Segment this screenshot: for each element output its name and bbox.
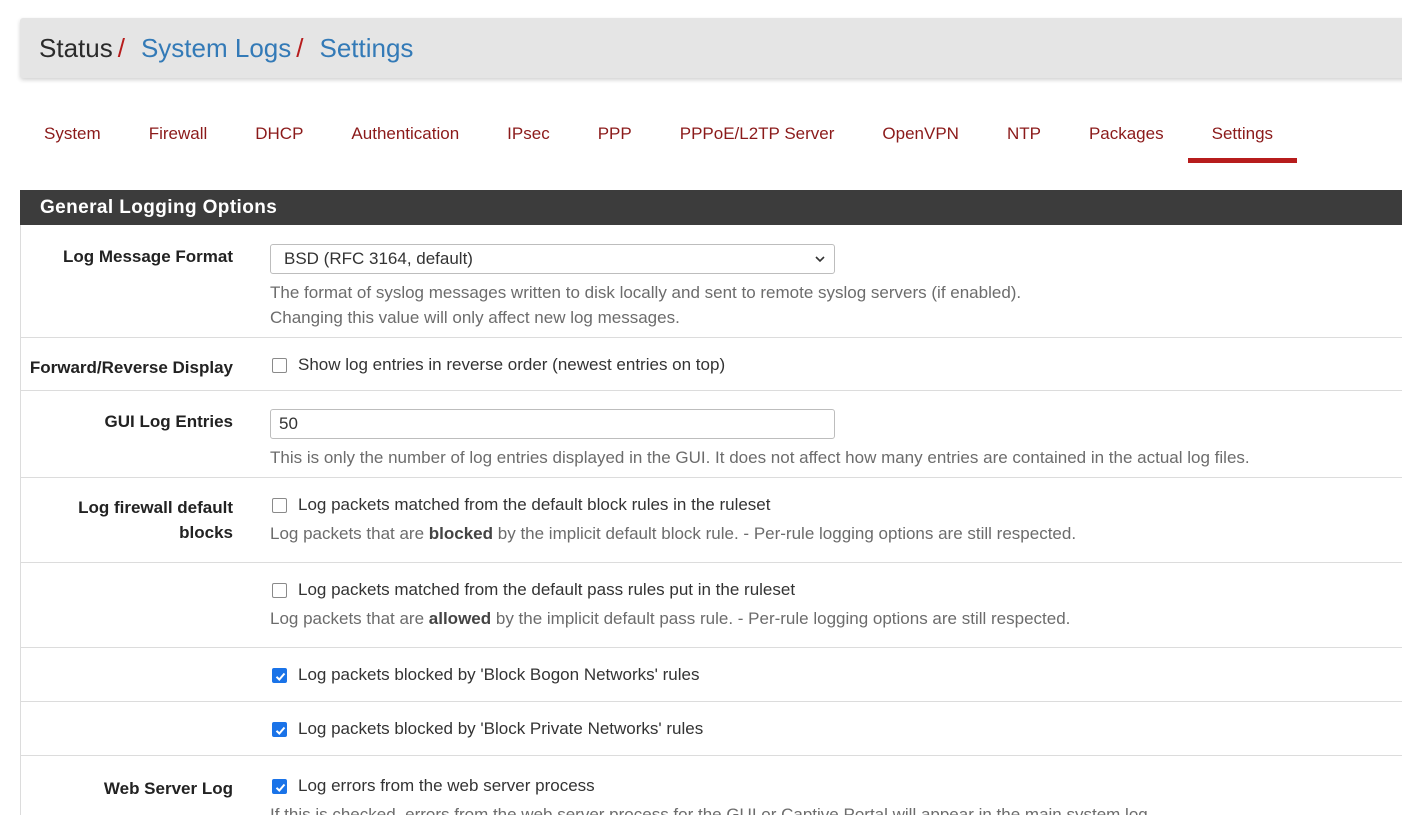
log-message-format-label: Log Message Format [62, 247, 233, 266]
help-emphasis: allowed [428, 609, 492, 628]
checkmark-icon [275, 783, 286, 792]
log-default-pass-checkbox-label: Log packets matched from the default pas… [298, 580, 796, 599]
gui-log-entries-value: 50 [279, 414, 298, 433]
log-bogon-checkbox-label: Log packets blocked by 'Block Bogon Netw… [298, 665, 700, 684]
log-tabs: System Firewall DHCP Authentication IPse… [20, 110, 1298, 166]
tab-settings[interactable]: Settings [1187, 110, 1298, 163]
breadcrumb-settings-link[interactable]: Settings [319, 33, 413, 64]
tab-system[interactable]: System [20, 110, 125, 156]
fw-default-blocks-label: Log firewall default blocks [21, 495, 233, 545]
forward-reverse-label: Forward/Reverse Display [29, 358, 233, 377]
log-message-format-help-2: Changing this value will only affect new… [270, 308, 680, 327]
log-bogon-checkbox[interactable] [272, 667, 287, 683]
log-private-checkbox[interactable] [272, 721, 287, 737]
web-server-log-checkbox-label: Log errors from the web server process [298, 776, 595, 795]
gui-log-entries-label: GUI Log Entries [104, 412, 233, 431]
log-default-block-checkbox[interactable] [272, 497, 287, 513]
web-server-log-option[interactable]: Log errors from the web server process [270, 776, 1402, 796]
row-bogon: Log packets blocked by 'Block Bogon Netw… [21, 648, 1402, 702]
log-bogon-option[interactable]: Log packets blocked by 'Block Bogon Netw… [270, 665, 1402, 685]
help-text: Log packets that are [270, 609, 425, 628]
log-default-pass-help: Log packets that are allowed by the impl… [270, 606, 1402, 631]
tab-ntp[interactable]: NTP [983, 110, 1065, 156]
row-fw-default-pass: Log packets matched from the default pas… [21, 563, 1402, 648]
checkmark-icon [275, 672, 286, 681]
log-default-block-option[interactable]: Log packets matched from the default blo… [270, 495, 1402, 515]
checkmark-icon [275, 726, 286, 735]
row-log-message-format: Log Message Format BSD (RFC 3164, defaul… [21, 225, 1402, 338]
panel-title: General Logging Options [20, 190, 1402, 225]
reverse-order-checkbox[interactable] [272, 357, 287, 373]
log-default-pass-checkbox[interactable] [272, 582, 287, 598]
help-emphasis: blocked [428, 524, 494, 543]
reverse-order-option[interactable]: Show log entries in reverse order (newes… [270, 355, 1402, 375]
reverse-order-checkbox-label: Show log entries in reverse order (newes… [298, 355, 726, 374]
row-fw-default-blocks: Log firewall default blocks Log packets … [21, 478, 1402, 563]
tab-packages[interactable]: Packages [1065, 110, 1188, 156]
fw-default-blocks-label-line-2: blocks [179, 523, 233, 542]
log-message-format-select[interactable]: BSD (RFC 3164, default) [270, 244, 835, 274]
row-gui-log-entries: GUI Log Entries 50 This is only the numb… [21, 391, 1402, 478]
log-default-block-help: Log packets that are blocked by the impl… [270, 521, 1402, 546]
log-message-format-value: BSD (RFC 3164, default) [284, 249, 473, 268]
tab-dhcp[interactable]: DHCP [231, 110, 327, 156]
breadcrumb: Status / System Logs / Settings [20, 18, 1402, 78]
tab-openvpn[interactable]: OpenVPN [858, 110, 983, 156]
breadcrumb-status: Status [39, 32, 113, 63]
help-text: Log packets that are [270, 524, 425, 543]
tab-ppp[interactable]: PPP [574, 110, 656, 156]
web-server-log-checkbox[interactable] [272, 778, 287, 794]
breadcrumb-separator: / [296, 32, 304, 63]
chevron-down-icon [815, 256, 825, 263]
web-server-log-help: If this is checked, errors from the web … [270, 805, 1153, 815]
gui-log-entries-help: This is only the number of log entries d… [270, 448, 1250, 467]
log-private-checkbox-label: Log packets blocked by 'Block Private Ne… [298, 719, 704, 738]
breadcrumb-system-logs-link[interactable]: System Logs [141, 33, 291, 64]
tab-pppoe-l2tp-server[interactable]: PPPoE/L2TP Server [656, 110, 859, 156]
tab-authentication[interactable]: Authentication [327, 110, 483, 156]
log-default-pass-option[interactable]: Log packets matched from the default pas… [270, 580, 1402, 600]
row-forward-reverse: Forward/Reverse Display Show log entries… [21, 338, 1402, 391]
tab-ipsec[interactable]: IPsec [483, 110, 574, 156]
row-web-server-log: Web Server Log Log errors from the web s… [21, 756, 1402, 815]
tab-firewall[interactable]: Firewall [125, 110, 232, 156]
breadcrumb-separator: / [117, 32, 125, 63]
log-message-format-help-1: The format of syslog messages written to… [270, 283, 1022, 302]
row-private: Log packets blocked by 'Block Private Ne… [21, 702, 1402, 756]
web-server-log-label: Web Server Log [103, 779, 233, 798]
fw-default-blocks-label-line-1: Log firewall default [78, 498, 233, 517]
log-default-block-checkbox-label: Log packets matched from the default blo… [298, 495, 771, 514]
gui-log-entries-input[interactable]: 50 [270, 409, 835, 439]
log-private-option[interactable]: Log packets blocked by 'Block Private Ne… [270, 719, 1402, 739]
help-text: by the implicit default block rule. - Pe… [497, 524, 1077, 543]
panel-body: Log Message Format BSD (RFC 3164, defaul… [20, 225, 1402, 815]
general-logging-panel: General Logging Options Log Message Form… [20, 190, 1402, 815]
help-text: by the implicit default pass rule. - Per… [495, 609, 1071, 628]
